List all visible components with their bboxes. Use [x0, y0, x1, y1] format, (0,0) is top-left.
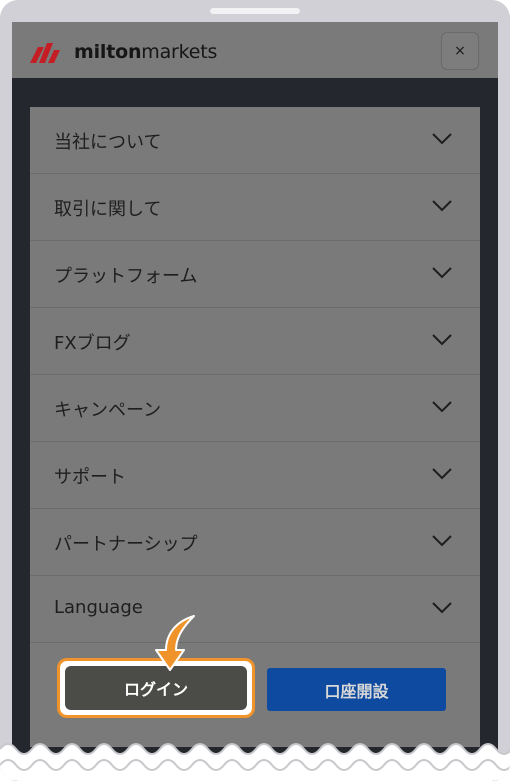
menu-item-support[interactable]: サポート	[30, 442, 480, 509]
close-menu-button[interactable]: ×	[441, 32, 479, 70]
menu-item-label: FXブログ	[54, 333, 131, 354]
arrow-pointer-icon	[155, 615, 195, 671]
nav-menu-panel: 当社について 取引に関して プラットフォーム FXブログ キャンペーン サポート	[30, 107, 480, 747]
menu-item-label: サポート	[54, 467, 126, 488]
chevron-down-icon	[432, 602, 452, 614]
chevron-down-icon	[432, 468, 452, 480]
milton-markets-logo[interactable]: miltonmarkets	[30, 40, 217, 64]
mobile-screen: miltonmarkets × 当社について 取引に関して プラットフォーム F…	[12, 22, 498, 781]
menu-item-label: 取引に関して	[54, 199, 162, 220]
torn-edge	[0, 743, 510, 781]
menu-item-label: キャンペーン	[54, 400, 162, 421]
menu-item-campaign[interactable]: キャンペーン	[30, 375, 480, 442]
chevron-down-icon	[432, 200, 452, 212]
chevron-down-icon	[432, 133, 452, 145]
open-account-button-label: 口座開設	[324, 681, 389, 701]
menu-item-trading[interactable]: 取引に関して	[30, 174, 480, 241]
menu-item-partnership[interactable]: パートナーシップ	[30, 509, 480, 576]
chevron-down-icon	[432, 401, 452, 413]
menu-item-about[interactable]: 当社について	[30, 107, 480, 174]
chevron-down-icon	[432, 334, 452, 346]
menu-item-language[interactable]: Language	[30, 576, 480, 643]
login-button-label: ログイン	[123, 680, 188, 699]
device-frame: miltonmarkets × 当社について 取引に関して プラットフォーム F…	[0, 0, 510, 781]
logo-mark-icon	[30, 43, 60, 63]
menu-item-fx-blog[interactable]: FXブログ	[30, 308, 480, 375]
chevron-down-icon	[432, 267, 452, 279]
menu-item-platform[interactable]: プラットフォーム	[30, 241, 480, 308]
logo-wordmark: miltonmarkets	[74, 41, 218, 63]
chevron-down-icon	[432, 535, 452, 547]
site-header: miltonmarkets ×	[12, 22, 498, 78]
open-account-button[interactable]: 口座開設	[267, 668, 446, 711]
close-icon: ×	[454, 43, 466, 59]
menu-item-label: プラットフォーム	[54, 266, 198, 287]
menu-item-label: 当社について	[54, 132, 162, 153]
menu-item-label: Language	[54, 597, 143, 618]
menu-item-label: パートナーシップ	[54, 534, 198, 555]
device-speaker	[210, 8, 300, 14]
